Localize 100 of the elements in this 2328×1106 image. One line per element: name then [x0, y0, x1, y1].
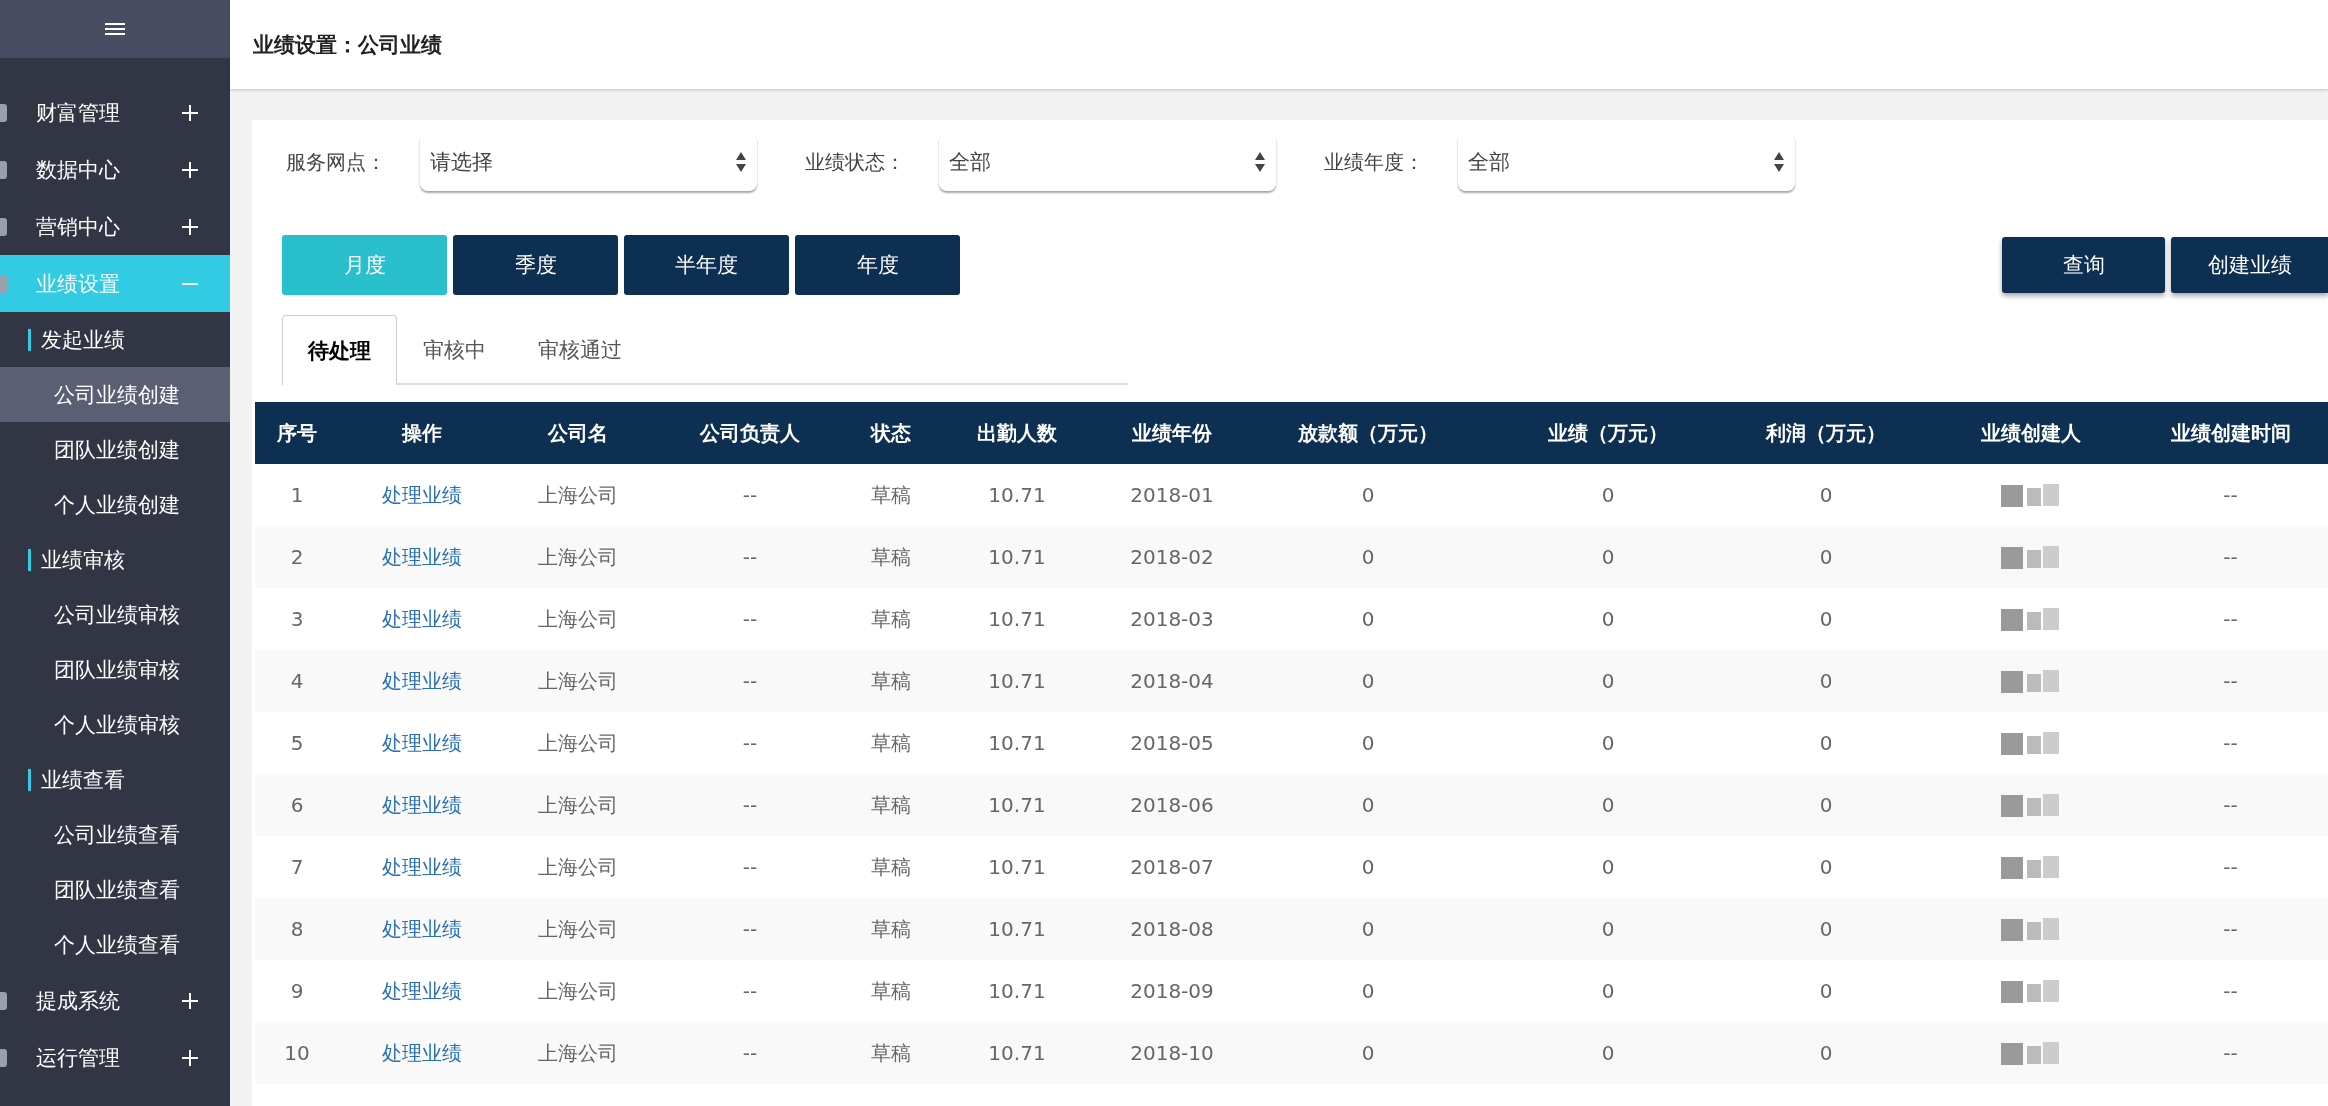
menu-item[interactable]: 团队业绩创建 [0, 422, 230, 477]
table-cell-text: 草稿 [870, 791, 912, 819]
menu-item[interactable]: 个人业绩创建 [0, 477, 230, 532]
period-button[interactable]: 年度 [795, 235, 960, 295]
menu-item[interactable]: 公司业绩查看 [0, 807, 230, 862]
column-header: 业绩（万元） [1547, 419, 1669, 447]
table-cell-text: 10.71 [987, 731, 1047, 755]
table-cell-text: 4 [289, 669, 305, 693]
table-cell-text: 2018-08 [1129, 917, 1215, 941]
menu-item[interactable]: 数据中心 [0, 141, 230, 198]
table-cell-text: 0 [1600, 669, 1616, 693]
tab[interactable]: 审核中 [397, 315, 512, 383]
menu-item[interactable]: 营销中心 [0, 198, 230, 255]
table-cell-text: 上海公司 [537, 791, 619, 819]
action-link[interactable]: 处理业绩 [382, 791, 462, 819]
menu-item[interactable]: 个人业绩审核 [0, 697, 230, 752]
action-link[interactable]: 处理业绩 [382, 605, 462, 633]
action-link[interactable]: 处理业绩 [382, 977, 462, 1005]
menu-icon [0, 274, 7, 293]
action-link[interactable]: 处理业绩 [382, 667, 462, 695]
table-cell-text: 0 [1360, 1041, 1376, 1065]
table-cell-text: 0 [1360, 607, 1376, 631]
table-cell-text: 草稿 [870, 667, 912, 695]
table-cell-text: 2018-03 [1129, 607, 1215, 631]
column-header: 公司负责人 [698, 419, 801, 447]
table-cell-text: 草稿 [870, 915, 912, 943]
table-cell-text: 2018-07 [1129, 855, 1215, 879]
action-link[interactable]: 处理业绩 [382, 543, 462, 571]
period-button[interactable]: 季度 [453, 235, 618, 295]
menu-item[interactable]: 提成系统 [0, 972, 230, 1029]
action-link[interactable]: 处理业绩 [382, 1039, 462, 1067]
action-link[interactable]: 处理业绩 [382, 853, 462, 881]
table-cell-text: -- [741, 483, 759, 507]
table-cell-text: -- [2222, 483, 2239, 507]
select-field[interactable]: 全部 [939, 133, 1276, 191]
column-header: 利润（万元） [1764, 419, 1887, 447]
table-cell-text: 0 [1600, 793, 1616, 817]
menu-item[interactable]: 个人业绩查看 [0, 917, 230, 972]
table-cell-text: -- [741, 731, 759, 755]
menu-item[interactable]: 运行管理 [0, 1029, 230, 1086]
action-link[interactable]: 处理业绩 [382, 729, 462, 757]
table-cell-text: -- [2222, 855, 2239, 879]
table-cell-text: 0 [1818, 917, 1834, 941]
table-cell-text: 0 [1360, 793, 1376, 817]
menu-icon [0, 217, 7, 236]
menu-section: 业绩审核 [41, 545, 125, 574]
table-cell-text: 0 [1360, 979, 1376, 1003]
table-cell-text: 0 [1600, 917, 1616, 941]
table-cell-text: 2018-10 [1129, 1041, 1215, 1065]
menu-icon [0, 103, 7, 122]
menu-item[interactable]: 公司业绩审核 [0, 587, 230, 642]
menu-item[interactable]: 公司业绩创建 [0, 367, 230, 422]
create-button[interactable]: 创建业绩 [2171, 237, 2328, 293]
table-cell-text: 10.71 [987, 483, 1047, 507]
table-cell-text: 10.71 [987, 917, 1047, 941]
table-cell-text: 10.71 [987, 979, 1047, 1003]
column-header: 业绩创建人 [1980, 419, 2082, 447]
table-cell-text: 草稿 [870, 543, 912, 571]
period-button[interactable]: 半年度 [624, 235, 789, 295]
table-cell-text: 9 [289, 979, 305, 1003]
action-link[interactable]: 处理业绩 [382, 481, 462, 509]
menu-icon[interactable] [105, 22, 125, 36]
table-cell-text: 上海公司 [537, 977, 619, 1005]
table-cell-text: 7 [289, 855, 305, 879]
table-cell-text: 上海公司 [537, 853, 619, 881]
column-header: 序号 [276, 419, 318, 447]
table-cell-text: 2018-02 [1129, 545, 1215, 569]
tab[interactable]: 审核通过 [512, 315, 648, 383]
table-cell-text: -- [2222, 793, 2239, 817]
sort-arrows-icon [735, 151, 747, 173]
menu-item[interactable]: 团队业绩审核 [0, 642, 230, 697]
table-cell-text: 10.71 [987, 607, 1047, 631]
menu-item[interactable]: 财富管理 [0, 84, 230, 141]
plus-icon [182, 104, 198, 121]
column-header: 业绩年份 [1131, 419, 1213, 447]
table-cell-text: 0 [1600, 1041, 1616, 1065]
table-cell-text: 0 [1600, 607, 1616, 631]
section-marker [28, 548, 31, 571]
menu-section: 业绩查看 [41, 765, 125, 794]
action-link[interactable]: 处理业绩 [382, 915, 462, 943]
table-cell-text: 0 [1818, 979, 1834, 1003]
select-field[interactable]: 全部 [1458, 133, 1795, 191]
tab[interactable]: 待处理 [282, 315, 397, 385]
select-field[interactable]: 请选择 [420, 133, 757, 191]
table-cell-text: -- [741, 545, 759, 569]
table-cell-text: 0 [1360, 669, 1376, 693]
table-cell-text: 3 [289, 607, 305, 631]
table-cell-text: 草稿 [870, 1039, 912, 1067]
query-button[interactable]: 查询 [2002, 237, 2165, 293]
column-header: 公司名 [546, 419, 609, 447]
filter-label: 业绩年度： [1324, 148, 1424, 176]
table-cell-text: 上海公司 [537, 729, 619, 757]
menu-item[interactable]: 团队业绩查看 [0, 862, 230, 917]
table-cell-text: 2018-01 [1129, 483, 1215, 507]
table-cell-text: 6 [289, 793, 305, 817]
filter-label: 业绩状态： [805, 148, 905, 176]
table-cell-text: 2018-04 [1129, 669, 1215, 693]
table-cell-text: 0 [1818, 483, 1834, 507]
table-cell-text: 0 [1818, 855, 1834, 879]
sort-arrows-icon [1254, 151, 1266, 173]
